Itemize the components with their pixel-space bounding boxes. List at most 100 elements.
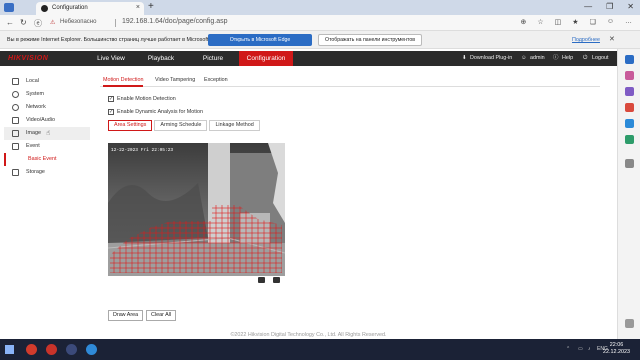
sidebar-settings-icon[interactable] — [625, 319, 634, 328]
monitor-icon — [12, 78, 19, 85]
search-icon[interactable] — [625, 55, 634, 64]
menu-live-view[interactable]: Live View — [88, 51, 134, 66]
sidebar-label: Basic Event — [28, 156, 57, 162]
sidebar-label: Image — [26, 130, 41, 136]
warning-icon[interactable]: ⚠ — [50, 19, 55, 26]
tray-chevron-icon[interactable]: ⌃ — [566, 346, 570, 352]
collections-icon[interactable]: ❏ — [590, 18, 596, 26]
sidebar-label: Network — [26, 104, 46, 110]
split-screen-icon[interactable]: ◫ — [555, 18, 562, 26]
tab-motion-detection[interactable]: Motion Detection — [103, 75, 144, 87]
download-icon[interactable]: ⬇ — [462, 51, 467, 66]
camera-image: 12-22-2023 Fri 22:05:23 — [108, 143, 285, 276]
maximize-button[interactable]: ❐ — [606, 2, 613, 11]
menu-playback[interactable]: Playback — [138, 51, 184, 66]
app-chrome-icon[interactable] — [66, 344, 77, 355]
browser-tab-configuration[interactable]: Configuration × — [36, 2, 144, 15]
enable-dynamic-analysis-row: ✓ Enable Dynamic Analysis for Motion — [108, 109, 203, 115]
sidebar-item-event[interactable]: Event — [4, 140, 90, 153]
games-icon[interactable] — [625, 103, 634, 112]
ie-mode-icon[interactable]: ⓔ — [34, 18, 42, 29]
start-icon[interactable] — [5, 345, 14, 354]
open-in-edge-button[interactable]: Открыть в Microsoft Edge — [208, 34, 312, 46]
url-field[interactable]: 192.168.1.64/doc/page/config.asp — [122, 18, 227, 25]
tab-close-icon[interactable]: × — [136, 4, 140, 11]
back-arrow-icon[interactable]: ← — [6, 18, 14, 27]
logout-link[interactable]: Logout — [592, 51, 609, 66]
enable-motion-detection-row: ✓ Enable Motion Detection — [108, 96, 176, 102]
snapshot-camera-icon[interactable] — [273, 277, 280, 283]
refresh-icon[interactable]: ↻ — [20, 18, 27, 27]
favorite-star-icon[interactable]: ☆ — [537, 18, 543, 26]
sidebar-item-local[interactable]: Local — [4, 75, 90, 88]
app-opera-icon[interactable] — [46, 344, 57, 355]
clock-time: 22:06 — [609, 342, 624, 348]
show-on-toolbar-button[interactable]: Отображать на панели инструментов — [318, 34, 422, 46]
clock-date: 22.12.2023 — [603, 349, 630, 355]
office-icon[interactable] — [625, 119, 634, 128]
close-window-button[interactable]: ✕ — [627, 2, 634, 11]
sidebar-item-storage[interactable]: Storage — [4, 166, 90, 179]
motion-subtabs: Area Settings Arming Schedule Linkage Me… — [108, 120, 262, 131]
infobar-close-icon[interactable]: ✕ — [609, 35, 615, 43]
logout-icon[interactable]: ⏻ — [583, 51, 587, 66]
tab-arming-schedule[interactable]: Arming Schedule — [154, 120, 208, 131]
minimize-button[interactable]: — — [584, 2, 592, 11]
sidebar-item-video-audio[interactable]: Video/Audio — [4, 114, 90, 127]
main-panel: Motion Detection Video Tampering Excepti… — [100, 69, 610, 339]
video-preview[interactable]: 12-22-2023 Fri 22:05:23 — [108, 143, 285, 276]
tab-exception[interactable]: Exception — [204, 75, 228, 87]
event-tabs: Motion Detection Video Tampering Excepti… — [100, 75, 600, 87]
help-link[interactable]: Help — [562, 51, 573, 66]
draw-area-button[interactable]: Draw Area — [108, 310, 144, 321]
window-controls: — ❐ ✕ — [584, 2, 634, 11]
camera-web-app: HIKVISION Live View Playback Picture Con… — [0, 49, 617, 339]
add-app-icon[interactable] — [625, 159, 634, 168]
new-tab-button[interactable]: + — [148, 1, 154, 12]
more-menu-icon[interactable]: … — [625, 18, 632, 26]
clear-all-button[interactable]: Clear All — [146, 310, 177, 321]
windows-taskbar: ⌃ ▭ ♪ ENG 22:06 22.12.2023 — [0, 339, 640, 360]
sidebar-label: Video/Audio — [26, 117, 55, 123]
globe-icon — [12, 104, 19, 111]
menu-configuration[interactable]: Configuration — [239, 51, 293, 66]
outlook-icon[interactable] — [625, 135, 634, 144]
sidebar-item-basic-event[interactable]: Basic Event — [4, 153, 90, 166]
zoom-icon[interactable]: ⊕ — [521, 18, 527, 26]
sidebar-item-system[interactable]: System — [4, 88, 90, 101]
shopping-icon[interactable] — [625, 71, 634, 80]
config-sidebar: Local System Network Video/Audio Image ☝… — [4, 75, 90, 179]
sidebar-item-image[interactable]: Image ☝ — [4, 127, 90, 140]
image-icon — [12, 130, 19, 137]
taskbar-clock[interactable]: 22:06 22.12.2023 — [603, 342, 630, 356]
tab-linkage-method[interactable]: Linkage Method — [209, 120, 260, 131]
system-icon — [12, 91, 19, 98]
app-red-icon[interactable] — [26, 344, 37, 355]
record-icon[interactable] — [258, 277, 265, 283]
enable-dynamic-analysis-checkbox[interactable]: ✓ — [108, 109, 114, 115]
tab-area-settings[interactable]: Area Settings — [108, 120, 153, 131]
tab-video-tampering[interactable]: Video Tampering — [155, 75, 195, 87]
user-name[interactable]: admin — [530, 51, 545, 66]
menu-picture[interactable]: Picture — [190, 51, 236, 66]
help-icon[interactable]: ⓘ — [553, 51, 558, 66]
network-icon[interactable]: ▭ — [578, 346, 583, 352]
address-bar: ← ↻ ⓔ ⚠ Небезопасно 192.168.1.64/doc/pag… — [0, 15, 640, 31]
hikvision-logo: HIKVISION — [8, 55, 49, 62]
volume-icon[interactable]: ♪ — [588, 346, 591, 352]
video-toolbar — [108, 276, 285, 285]
tab-favicon-icon — [41, 5, 48, 12]
tools-icon[interactable] — [625, 87, 634, 96]
video-timestamp: 12-22-2023 Fri 22:05:23 — [111, 147, 173, 153]
window-menu-icon[interactable] — [4, 3, 14, 12]
enable-motion-detection-checkbox[interactable]: ✓ — [108, 96, 114, 102]
not-secure-label[interactable]: Небезопасно — [60, 19, 96, 25]
address-separator — [115, 19, 116, 27]
app-edge-icon[interactable] — [86, 344, 97, 355]
profile-icon[interactable]: ☺ — [607, 18, 614, 26]
video-icon — [12, 117, 19, 124]
learn-more-link[interactable]: Подробнее — [572, 37, 600, 43]
sidebar-item-network[interactable]: Network — [4, 101, 90, 114]
download-plugin-link[interactable]: Download Plug-in — [470, 51, 512, 66]
favorites-icon[interactable]: ★ — [572, 18, 578, 26]
